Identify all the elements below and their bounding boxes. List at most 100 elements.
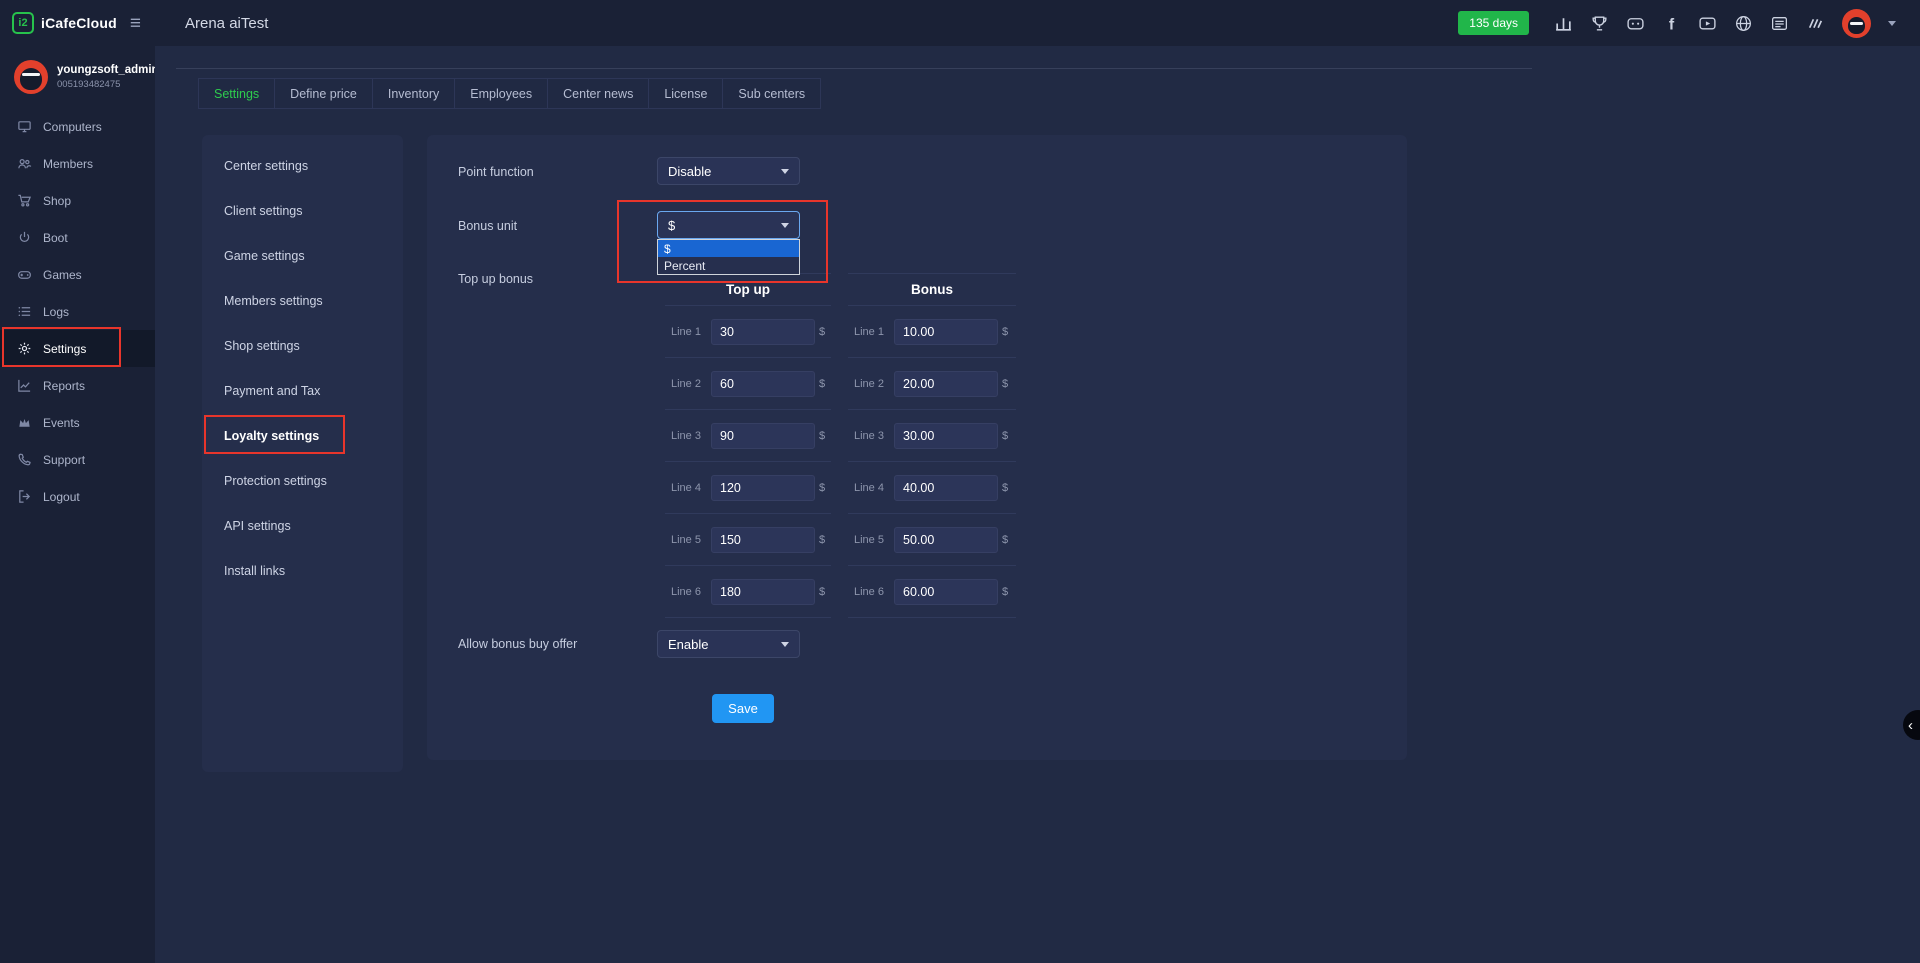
line-label: Line 3 [671, 430, 711, 442]
loyalty-settings-form: Point function Disable Bonus unit $ $ Pe… [427, 135, 1407, 760]
save-button[interactable]: Save [712, 694, 774, 723]
top-up-column: Top up Line 1 $ Line 2 $ Line 3 $ Line 4… [665, 273, 831, 618]
svg-text:f: f [1669, 16, 1675, 33]
globe-icon[interactable] [1734, 14, 1753, 33]
sidebar-item-logout[interactable]: Logout [0, 478, 155, 515]
tab-license[interactable]: License [648, 78, 723, 109]
news-icon[interactable] [1770, 14, 1789, 33]
bonus-line6-input[interactable] [894, 579, 998, 605]
table-row: Line 3 $ [665, 410, 831, 462]
nav-item-protection-settings[interactable]: Protection settings [202, 458, 403, 503]
allow-bonus-buy-offer-select[interactable]: Enable [657, 630, 800, 658]
sidebar-item-shop[interactable]: Shop [0, 182, 155, 219]
members-icon [17, 156, 32, 171]
topup-line5-input[interactable] [711, 527, 815, 553]
license-days-badge[interactable]: 135 days [1458, 11, 1529, 35]
table-row: Line 1 $ [665, 306, 831, 358]
sidebar: youngzsoft_admin 005193482475 Computers … [0, 46, 155, 963]
point-function-select[interactable]: Disable [657, 157, 800, 185]
user-avatar[interactable] [1842, 9, 1871, 38]
nav-item-client-settings[interactable]: Client settings [202, 188, 403, 233]
nav-item-install-links[interactable]: Install links [202, 548, 403, 593]
bonus-line5-input[interactable] [894, 527, 998, 553]
nav-item-members-settings[interactable]: Members settings [202, 278, 403, 323]
bonus-column: Bonus Line 1 $ Line 2 $ Line 3 $ Line 4 … [848, 273, 1016, 618]
discord-icon[interactable] [1626, 14, 1645, 33]
table-row: Line 3 $ [848, 410, 1016, 462]
point-function-label: Point function [458, 165, 534, 179]
icafecloud-logo-icon[interactable]: i2 [12, 12, 34, 34]
brand: i2 iCafeCloud ≡ [0, 12, 155, 34]
tab-settings[interactable]: Settings [198, 78, 275, 109]
bonus-line2-input[interactable] [894, 371, 998, 397]
sidebar-item-boot[interactable]: Boot [0, 219, 155, 256]
sidebar-item-label: Logout [43, 490, 80, 504]
bonus-line3-input[interactable] [894, 423, 998, 449]
facebook-icon[interactable]: f [1662, 14, 1681, 33]
topup-line3-input[interactable] [711, 423, 815, 449]
sidebar-item-events[interactable]: Events [0, 404, 155, 441]
nav-item-game-settings[interactable]: Game settings [202, 233, 403, 278]
sidebar-user: youngzsoft_admin 005193482475 [0, 46, 155, 108]
ranking-icon[interactable] [1554, 14, 1573, 33]
bonus-line1-input[interactable] [894, 319, 998, 345]
sidebar-item-label: Members [43, 157, 93, 171]
nav-item-center-settings[interactable]: Center settings [202, 143, 403, 188]
sidebar-item-computers[interactable]: Computers [0, 108, 155, 145]
youtube-icon[interactable] [1698, 14, 1717, 33]
tab-sub-centers[interactable]: Sub centers [722, 78, 821, 109]
sidebar-item-reports[interactable]: Reports [0, 367, 155, 404]
sidebar-item-label: Settings [43, 342, 86, 356]
tab-employees[interactable]: Employees [454, 78, 548, 109]
topup-line4-input[interactable] [711, 475, 815, 501]
chevron-down-icon[interactable] [1888, 21, 1896, 26]
topup-line2-input[interactable] [711, 371, 815, 397]
currency-suffix: $ [819, 430, 825, 442]
shop-icon [17, 193, 32, 208]
nav-item-payment-and-tax[interactable]: Payment and Tax [202, 368, 403, 413]
currency-suffix: $ [1002, 430, 1008, 442]
chevron-left-icon: ‹ [1908, 717, 1913, 734]
currency-suffix: $ [819, 586, 825, 598]
line-label: Line 1 [854, 326, 894, 338]
nav-item-api-settings[interactable]: API settings [202, 503, 403, 548]
settings-icon [17, 341, 32, 356]
line-label: Line 4 [671, 482, 711, 494]
sidebar-item-support[interactable]: Support [0, 441, 155, 478]
sidebar-item-members[interactable]: Members [0, 145, 155, 182]
bonus-line4-input[interactable] [894, 475, 998, 501]
user-name: youngzsoft_admin [57, 64, 159, 76]
sidebar-item-label: Games [43, 268, 82, 282]
tab-inventory[interactable]: Inventory [372, 78, 455, 109]
point-function-value: Disable [668, 164, 711, 179]
sidebar-item-label: Reports [43, 379, 85, 393]
line-label: Line 1 [671, 326, 711, 338]
nav-item-shop-settings[interactable]: Shop settings [202, 323, 403, 368]
nav-item-loyalty-settings[interactable]: Loyalty settings [202, 413, 403, 458]
bonus-unit-select[interactable]: $ [657, 211, 800, 239]
sidebar-item-games[interactable]: Games [0, 256, 155, 293]
dropdown-option-dollar[interactable]: $ [658, 240, 799, 257]
sidebar-item-label: Logs [43, 305, 69, 319]
layers-icon[interactable] [1806, 14, 1825, 33]
table-row: Line 5 $ [848, 514, 1016, 566]
table-row: Line 5 $ [665, 514, 831, 566]
header-divider [176, 68, 1532, 69]
hamburger-menu-icon[interactable]: ≡ [130, 14, 141, 33]
trophy-icon[interactable] [1590, 14, 1609, 33]
topbar-actions: 135 days f [1458, 9, 1920, 38]
line-label: Line 2 [671, 378, 711, 390]
tab-define-price[interactable]: Define price [274, 78, 373, 109]
top-up-bonus-label: Top up bonus [458, 272, 533, 286]
dropdown-option-percent[interactable]: Percent [658, 257, 799, 274]
topup-line6-input[interactable] [711, 579, 815, 605]
sidebar-user-avatar[interactable] [14, 60, 48, 94]
allow-bonus-buy-offer-value: Enable [668, 637, 708, 652]
sidebar-item-logs[interactable]: Logs [0, 293, 155, 330]
sidebar-item-settings[interactable]: Settings [0, 330, 155, 367]
currency-suffix: $ [1002, 534, 1008, 546]
topup-line1-input[interactable] [711, 319, 815, 345]
table-row: Line 4 $ [665, 462, 831, 514]
sidebar-item-label: Support [43, 453, 85, 467]
tab-center-news[interactable]: Center news [547, 78, 649, 109]
